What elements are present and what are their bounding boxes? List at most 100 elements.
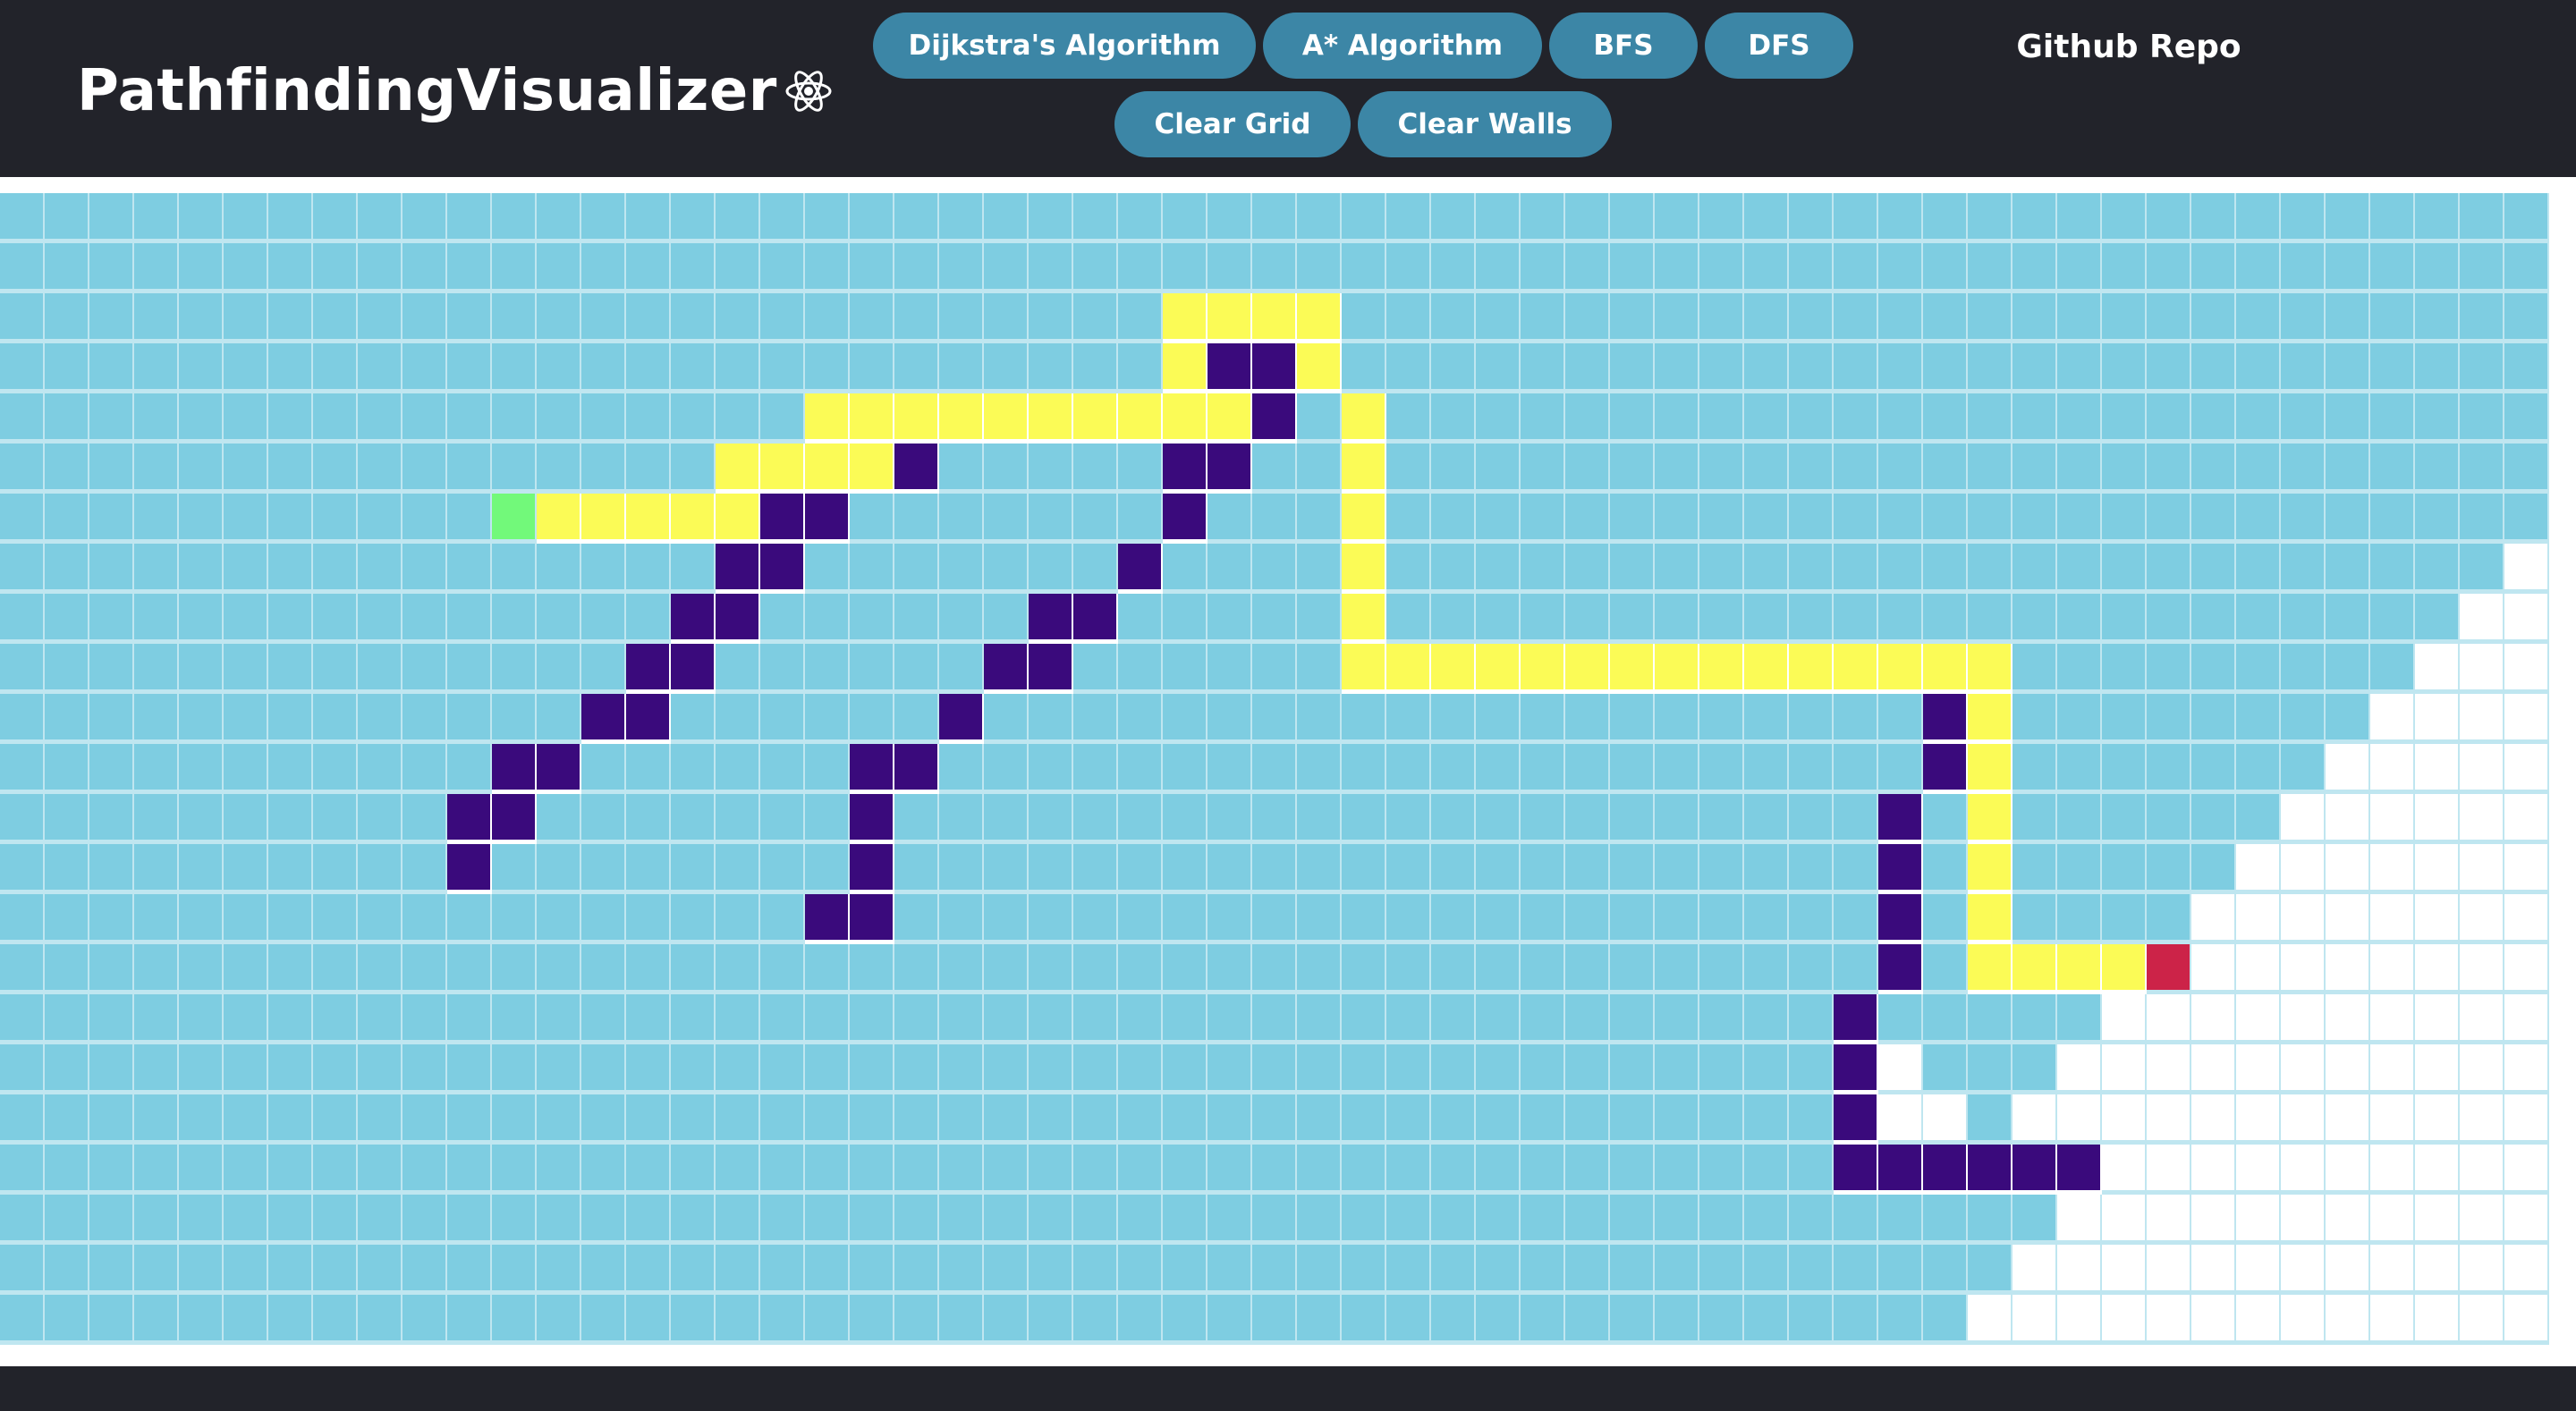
grid-node[interactable] — [1834, 744, 1878, 794]
grid-node[interactable] — [626, 994, 671, 1044]
grid-node[interactable] — [1252, 494, 1297, 544]
grid-node[interactable] — [1744, 494, 1789, 544]
grid-node[interactable] — [760, 1145, 805, 1195]
grid-node[interactable] — [2281, 844, 2326, 894]
grid-node[interactable] — [626, 894, 671, 944]
grid-node[interactable] — [1878, 1094, 1923, 1145]
grid-node[interactable] — [2057, 1094, 2102, 1145]
grid-node[interactable] — [2012, 243, 2057, 293]
grid-node[interactable] — [89, 1145, 134, 1195]
grid-node[interactable] — [492, 1145, 537, 1195]
grid-node[interactable] — [1968, 1295, 2012, 1345]
grid-node[interactable] — [358, 994, 402, 1044]
grid-node[interactable] — [179, 544, 224, 594]
grid-node[interactable] — [1208, 1195, 1252, 1245]
grid-node[interactable] — [1834, 944, 1878, 994]
grid-node[interactable] — [0, 844, 45, 894]
grid-node[interactable] — [313, 1145, 358, 1195]
grid-node[interactable] — [939, 1094, 984, 1145]
grid-node[interactable] — [1386, 994, 1431, 1044]
grid-node[interactable] — [1834, 594, 1878, 644]
grid-node[interactable] — [2236, 293, 2281, 343]
grid-node[interactable] — [1431, 1295, 1476, 1345]
grid-node[interactable] — [1431, 994, 1476, 1044]
grid-node[interactable] — [2191, 393, 2236, 444]
grid-node[interactable] — [2281, 393, 2326, 444]
grid-node[interactable] — [1923, 794, 1968, 844]
wall-node[interactable] — [850, 794, 894, 844]
grid-node[interactable] — [2281, 544, 2326, 594]
grid-node[interactable] — [0, 544, 45, 594]
grid-node[interactable] — [1565, 343, 1610, 393]
path-node[interactable] — [1655, 644, 1699, 694]
grid-node[interactable] — [1878, 1195, 1923, 1245]
grid-node[interactable] — [1834, 193, 1878, 243]
grid-node[interactable] — [89, 293, 134, 343]
grid-node[interactable] — [179, 1295, 224, 1345]
bfs-button[interactable]: BFS — [1549, 13, 1698, 79]
grid-node[interactable] — [1297, 544, 1342, 594]
grid-node[interactable] — [313, 444, 358, 494]
grid-node[interactable] — [581, 794, 626, 844]
wall-node[interactable] — [760, 544, 805, 594]
grid-node[interactable] — [2057, 744, 2102, 794]
path-node[interactable] — [805, 444, 850, 494]
grid-node[interactable] — [179, 844, 224, 894]
grid-node[interactable] — [2236, 944, 2281, 994]
wall-node[interactable] — [850, 844, 894, 894]
grid-node[interactable] — [1565, 594, 1610, 644]
path-node[interactable] — [1834, 644, 1878, 694]
grid-node[interactable] — [1163, 544, 1208, 594]
grid-node[interactable] — [1342, 1195, 1386, 1245]
grid-node[interactable] — [1789, 1094, 1834, 1145]
grid-node[interactable] — [1118, 894, 1163, 944]
grid-node[interactable] — [1029, 243, 1073, 293]
github-repo-link[interactable]: Github Repo — [1977, 21, 2281, 72]
grid-node[interactable] — [268, 1094, 313, 1145]
grid-node[interactable] — [894, 1195, 939, 1245]
grid-node[interactable] — [313, 1195, 358, 1245]
grid-node[interactable] — [2012, 1245, 2057, 1295]
grid-node[interactable] — [492, 1094, 537, 1145]
grid-node[interactable] — [1386, 243, 1431, 293]
grid-node[interactable] — [1610, 744, 1655, 794]
grid-node[interactable] — [1834, 544, 1878, 594]
grid-node[interactable] — [179, 694, 224, 744]
grid-node[interactable] — [626, 844, 671, 894]
grid-node[interactable] — [2370, 544, 2415, 594]
grid-node[interactable] — [894, 1245, 939, 1295]
grid-node[interactable] — [2236, 744, 2281, 794]
path-node[interactable] — [1521, 644, 1565, 694]
grid-node[interactable] — [1029, 894, 1073, 944]
grid-node[interactable] — [358, 1245, 402, 1295]
grid-node[interactable] — [1744, 594, 1789, 644]
grid-node[interactable] — [179, 894, 224, 944]
grid-node[interactable] — [1789, 193, 1834, 243]
grid-node[interactable] — [0, 944, 45, 994]
grid-node[interactable] — [1476, 844, 1521, 894]
grid-node[interactable] — [134, 544, 179, 594]
grid-node[interactable] — [2504, 494, 2549, 544]
grid-node[interactable] — [447, 243, 492, 293]
grid-node[interactable] — [1252, 694, 1297, 744]
grid-node[interactable] — [1834, 1295, 1878, 1345]
grid-node[interactable] — [2147, 243, 2191, 293]
path-node[interactable] — [2057, 944, 2102, 994]
grid-node[interactable] — [2415, 1044, 2460, 1094]
grid-node[interactable] — [1610, 444, 1655, 494]
grid-node[interactable] — [2415, 444, 2460, 494]
grid-node[interactable] — [850, 994, 894, 1044]
grid-node[interactable] — [2460, 844, 2504, 894]
grid-node[interactable] — [179, 1094, 224, 1145]
path-node[interactable] — [805, 393, 850, 444]
grid-node[interactable] — [1565, 444, 1610, 494]
grid-node[interactable] — [179, 494, 224, 544]
grid-node[interactable] — [1073, 1145, 1118, 1195]
grid-node[interactable] — [984, 1195, 1029, 1245]
grid-node[interactable] — [1565, 1094, 1610, 1145]
grid-node[interactable] — [45, 1245, 89, 1295]
grid-node[interactable] — [984, 293, 1029, 343]
grid-node[interactable] — [2281, 1195, 2326, 1245]
grid-node[interactable] — [1252, 1195, 1297, 1245]
grid-node[interactable] — [1118, 944, 1163, 994]
